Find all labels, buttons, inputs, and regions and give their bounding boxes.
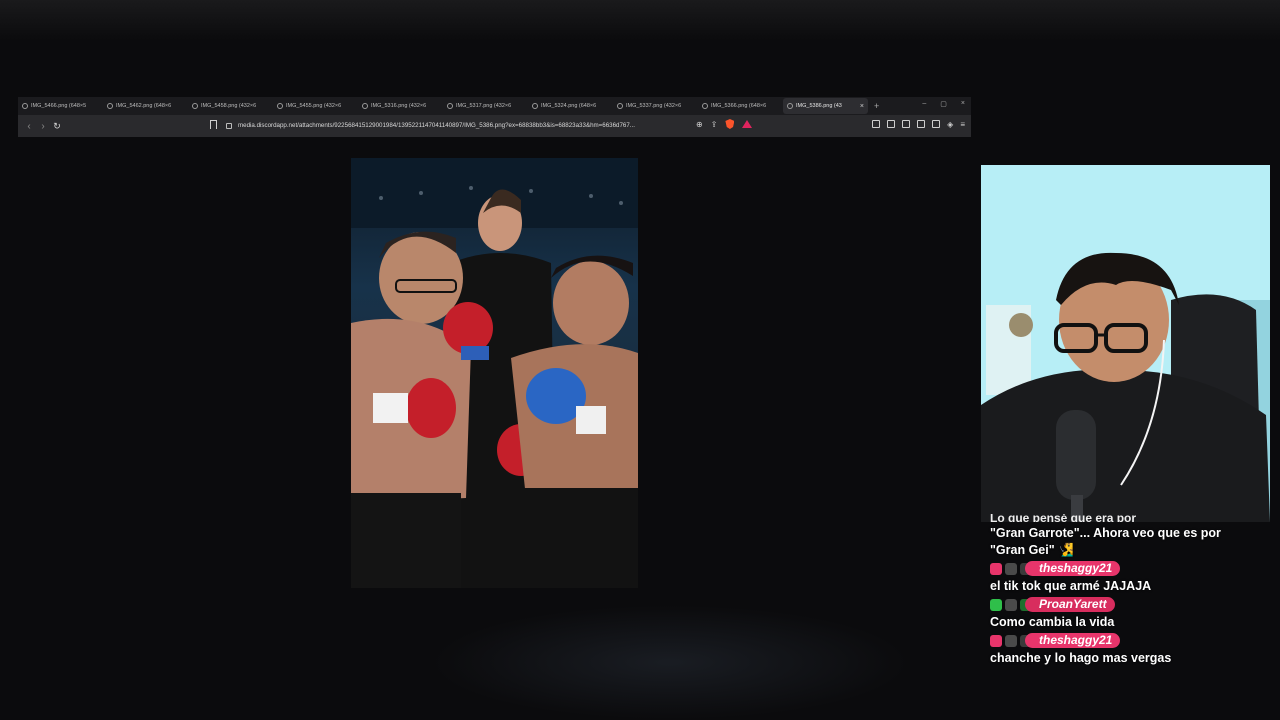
new-tab-button[interactable]: + <box>874 101 879 111</box>
tab-8[interactable]: IMG_5366.png (648×6 <box>698 98 783 114</box>
vpn-icon[interactable]: ◈ <box>947 120 953 129</box>
tab-label: IMG_5466.png (648×5 <box>31 103 87 109</box>
boxing-image <box>351 158 638 588</box>
browser-window: IMG_5466.png (648×5 IMG_5462.png (648×6 … <box>18 97 971 137</box>
share-icon[interactable]: ⇪ <box>711 120 718 129</box>
emblem-badge-icon <box>1005 562 1017 575</box>
globe-icon <box>22 103 28 109</box>
globe-icon <box>617 103 623 109</box>
reload-button[interactable]: ↻ <box>50 121 64 132</box>
globe-icon <box>192 103 198 109</box>
verified-badge-icon <box>990 598 1002 611</box>
webcam-feed <box>981 165 1270 522</box>
leo-icon[interactable] <box>932 120 941 128</box>
streamer-illustration <box>981 165 1270 522</box>
close-tab-icon[interactable]: × <box>860 103 864 110</box>
address-bar[interactable]: media.discordapp.net/attachments/9225684… <box>226 118 746 133</box>
minimize-button[interactable]: – <box>922 100 926 108</box>
forward-button[interactable]: › <box>36 121 50 132</box>
chat-user-row: theshaggy21 <box>990 632 1270 649</box>
boxing-scene-illustration <box>351 158 638 588</box>
brave-shields-icon[interactable] <box>725 119 735 129</box>
globe-icon <box>277 103 283 109</box>
tab-6[interactable]: IMG_5324.png (648×6 <box>528 98 613 114</box>
address-bar-actions: ⊕ ⇪ <box>696 119 753 129</box>
menu-icon[interactable]: ≡ <box>960 120 965 129</box>
tab-label: IMG_5458.png (432×6 <box>201 103 257 109</box>
tab-strip: IMG_5466.png (648×5 IMG_5462.png (648×6 … <box>18 97 971 115</box>
subscriber-badge-icon <box>990 634 1002 647</box>
globe-icon <box>107 103 113 109</box>
tab-label: IMG_5455.png (432×6 <box>286 103 342 109</box>
url-text[interactable]: media.discordapp.net/attachments/9225684… <box>238 122 635 129</box>
window-controls: – ▢ × <box>922 100 965 108</box>
chat-message-text: "Gran Garrote"... Ahora veo que es por <box>990 526 1221 540</box>
emblem-badge-icon <box>1005 634 1017 647</box>
chat-username[interactable]: theshaggy21 <box>1025 633 1121 648</box>
browser-toolbar: ‹ › ↻ media.discordapp.net/attachments/9… <box>18 115 971 137</box>
chat-message-text: "Gran Gei" 🧏‍♂️ <box>990 543 1074 557</box>
tab-3[interactable]: IMG_5455.png (432×6 <box>273 98 358 114</box>
globe-icon <box>702 103 708 109</box>
chat-message-text: chanche y lo hago mas vergas <box>990 651 1172 665</box>
extensions-icon[interactable] <box>872 120 881 128</box>
sidebar-icon[interactable] <box>902 120 911 128</box>
blurred-top-backdrop <box>0 0 1280 40</box>
globe-icon <box>447 103 453 109</box>
back-button[interactable]: ‹ <box>22 121 36 132</box>
tab-label: IMG_5462.png (648×6 <box>116 103 172 109</box>
globe-icon <box>787 103 793 109</box>
zoom-icon[interactable]: ⊕ <box>696 120 703 129</box>
maximize-button[interactable]: ▢ <box>940 100 947 108</box>
tab-5[interactable]: IMG_5317.png (432×6 <box>443 98 528 114</box>
tab-label: IMG_5366.png (648×6 <box>711 103 767 109</box>
chat-user-row: ProanYarett <box>990 596 1270 613</box>
chat-username[interactable]: theshaggy21 <box>1025 561 1121 576</box>
tab-2[interactable]: IMG_5458.png (432×6 <box>188 98 273 114</box>
chat-user-row: theshaggy21 <box>990 560 1270 577</box>
globe-icon <box>532 103 538 109</box>
blurred-bottom-backdrop <box>430 605 910 720</box>
chat-username[interactable]: ProanYarett <box>1025 597 1115 612</box>
tab-label: IMG_5386.png (43 <box>796 103 842 109</box>
bookmark-icon[interactable] <box>210 120 217 129</box>
chat-message-text: el tik tok que armé JAJAJA <box>990 579 1152 593</box>
tab-label: IMG_5317.png (432×6 <box>456 103 512 109</box>
chat-overlay: Lo que pensé que era por "Gran Garrote".… <box>990 514 1270 667</box>
tab-label: IMG_5324.png (648×6 <box>541 103 597 109</box>
toolbar-right-icons: ◈ ≡ <box>872 120 965 129</box>
tab-7[interactable]: IMG_5337.png (432×6 <box>613 98 698 114</box>
tab-label: IMG_5316.png (432×6 <box>371 103 427 109</box>
chat-message-text: Como cambia la vida <box>990 615 1115 629</box>
brave-rewards-icon[interactable] <box>742 120 753 128</box>
emblem-badge-icon <box>1005 598 1017 611</box>
reader-mode-icon[interactable] <box>887 120 896 128</box>
tab-9-active[interactable]: IMG_5386.png (43 × <box>783 98 868 114</box>
tab-label: IMG_5337.png (432×6 <box>626 103 682 109</box>
close-window-button[interactable]: × <box>961 100 965 108</box>
tab-4[interactable]: IMG_5316.png (432×6 <box>358 98 443 114</box>
wallet-icon[interactable] <box>917 120 926 128</box>
site-info-icon[interactable] <box>226 122 232 129</box>
tab-0[interactable]: IMG_5466.png (648×5 <box>18 98 103 114</box>
globe-icon <box>362 103 368 109</box>
chat-cut-line: Lo que pensé que era por <box>990 514 1137 522</box>
subscriber-badge-icon <box>990 562 1002 575</box>
tab-1[interactable]: IMG_5462.png (648×6 <box>103 98 188 114</box>
